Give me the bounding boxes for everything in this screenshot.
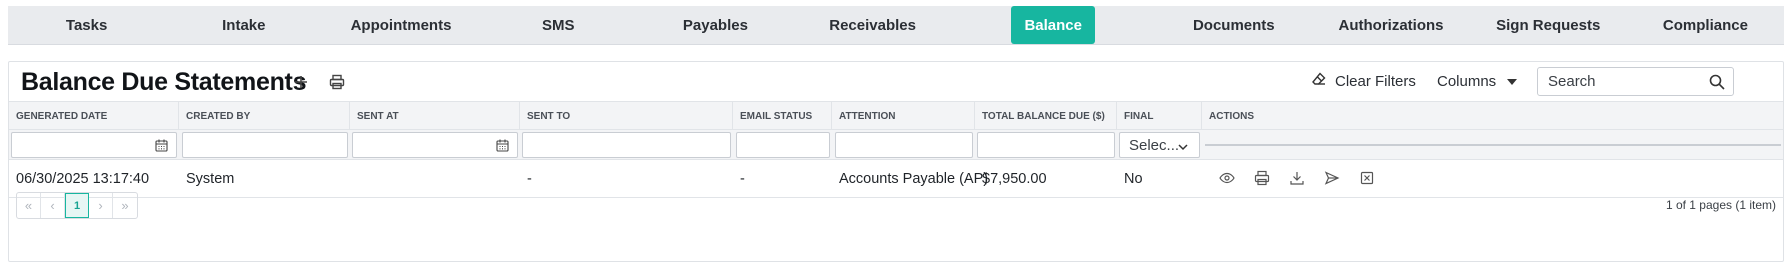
col-header-attention[interactable]: ATTENTION	[832, 102, 975, 130]
chevron-down-icon	[1177, 140, 1189, 152]
calendar-icon[interactable]	[155, 139, 168, 152]
cell-final: No	[1124, 171, 1143, 187]
last-page-button[interactable]: »	[113, 193, 137, 218]
col-header-sent-at[interactable]: SENT AT	[350, 102, 520, 130]
grid-filter-row: Selec...	[9, 130, 1783, 160]
page-title: Balance Due Statements	[21, 68, 307, 96]
cell-created-by: System	[186, 171, 235, 187]
cell-sent-at	[350, 160, 357, 198]
tab-compliance[interactable]: Compliance	[1627, 6, 1784, 44]
cell-attention: Accounts Payable (AP)	[839, 171, 989, 187]
search-icon[interactable]	[1709, 74, 1725, 90]
statements-grid: GENERATED DATE CREATED BY SENT AT SENT T…	[9, 101, 1783, 198]
search-input[interactable]	[1538, 68, 1733, 95]
pagination: « ‹ 1 › »	[16, 192, 138, 219]
columns-dropdown[interactable]: Columns	[1437, 66, 1518, 96]
total-balance-filter[interactable]	[977, 132, 1115, 158]
col-header-final[interactable]: FINAL	[1117, 102, 1202, 130]
tab-sign-requests[interactable]: Sign Requests	[1470, 6, 1627, 44]
tab-tasks[interactable]: Tasks	[8, 6, 165, 44]
col-header-generated-date[interactable]: GENERATED DATE	[9, 102, 179, 130]
final-select-value: Selec...	[1129, 136, 1180, 154]
first-page-button[interactable]: «	[17, 193, 41, 218]
actions-filter-divider	[1205, 144, 1781, 146]
clear-filters-button[interactable]: Clear Filters	[1311, 66, 1416, 96]
cell-email-status: -	[740, 171, 745, 187]
table-row[interactable]: 06/30/2025 13:17:40 System - - Accounts …	[9, 160, 1783, 198]
clear-filters-label: Clear Filters	[1335, 72, 1416, 90]
calendar-icon[interactable]	[496, 139, 509, 152]
col-header-email-status[interactable]: EMAIL STATUS	[733, 102, 832, 130]
col-header-sent-to[interactable]: SENT TO	[520, 102, 733, 130]
balance-statements-panel: Balance Due Statements Clear Filters Col…	[8, 61, 1784, 262]
col-header-actions: ACTIONS	[1209, 110, 1254, 122]
tab-documents[interactable]: Documents	[1155, 6, 1312, 44]
final-select[interactable]: Selec...	[1119, 132, 1200, 158]
tab-balance[interactable]: Balance	[1011, 6, 1096, 44]
tab-sms[interactable]: SMS	[480, 6, 637, 44]
pager-info: 1 of 1 pages (1 item)	[1665, 198, 1776, 212]
email-status-filter[interactable]	[736, 132, 830, 158]
next-page-button[interactable]: ›	[89, 193, 113, 218]
module-tab-bar: Tasks Intake Appointments SMS Payables R…	[8, 6, 1784, 45]
search-field	[1537, 67, 1734, 96]
caret-down-icon	[1506, 73, 1518, 90]
col-header-created-by[interactable]: CREATED BY	[179, 102, 350, 130]
cell-sent-to: -	[527, 171, 532, 187]
col-header-total-balance[interactable]: TOTAL BALANCE DUE ($)	[975, 102, 1117, 130]
print-icon[interactable]	[327, 72, 347, 92]
tab-authorizations[interactable]: Authorizations	[1312, 6, 1469, 44]
grid-header-row: GENERATED DATE CREATED BY SENT AT SENT T…	[9, 101, 1783, 130]
tab-appointments[interactable]: Appointments	[322, 6, 479, 44]
print-icon[interactable]	[1254, 170, 1270, 186]
panel-header: Balance Due Statements Clear Filters Col…	[9, 62, 1783, 101]
send-icon[interactable]	[1324, 170, 1340, 186]
cell-total-balance: $7,950.00	[982, 171, 1047, 187]
delete-icon[interactable]	[1359, 170, 1375, 186]
generated-date-filter[interactable]	[11, 132, 177, 158]
created-by-filter[interactable]	[182, 132, 348, 158]
download-icon[interactable]	[1289, 170, 1305, 186]
columns-label: Columns	[1437, 72, 1497, 90]
tab-payables[interactable]: Payables	[637, 6, 794, 44]
page-1-button[interactable]: 1	[65, 193, 89, 218]
sent-at-filter[interactable]	[352, 132, 518, 158]
add-icon[interactable]	[291, 72, 311, 92]
attention-filter[interactable]	[835, 132, 973, 158]
eraser-icon	[1311, 71, 1327, 91]
tab-intake[interactable]: Intake	[165, 6, 322, 44]
tab-receivables[interactable]: Receivables	[794, 6, 951, 44]
sent-to-filter[interactable]	[522, 132, 731, 158]
view-icon[interactable]	[1219, 170, 1235, 186]
prev-page-button[interactable]: ‹	[41, 193, 65, 218]
